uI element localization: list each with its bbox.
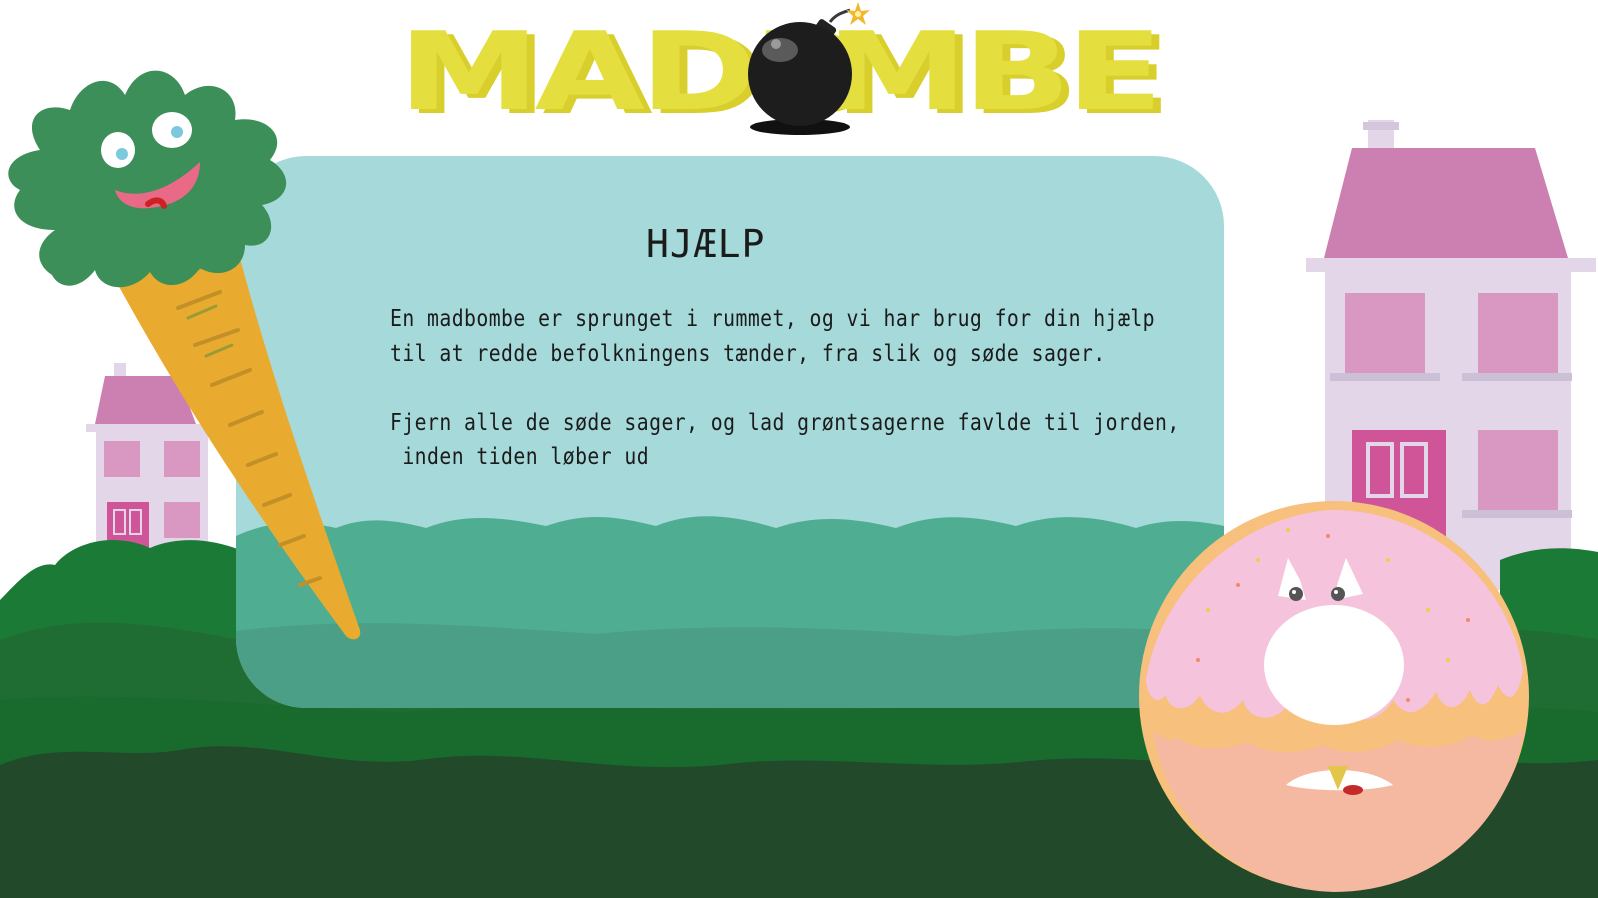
game-screen: MADB MBE HJÆLP En madbombe er sprunget i…	[0, 0, 1598, 898]
carrot-leaves	[8, 70, 287, 288]
help-text-line-3: Fjern alle de søde sager, og lad grøntsa…	[390, 410, 1180, 436]
carrot-character	[8, 70, 361, 640]
help-text-line-2: til at redde befolkningens tænder, fra s…	[390, 341, 1106, 367]
donut-character	[1139, 501, 1529, 892]
help-title: HJÆLP	[646, 222, 766, 266]
bomb-icon	[748, 2, 870, 135]
help-text-line-4: inden tiden løber ud	[390, 444, 650, 470]
help-text-line-1: En madbombe er sprunget i rummet, og vi …	[390, 306, 1155, 332]
